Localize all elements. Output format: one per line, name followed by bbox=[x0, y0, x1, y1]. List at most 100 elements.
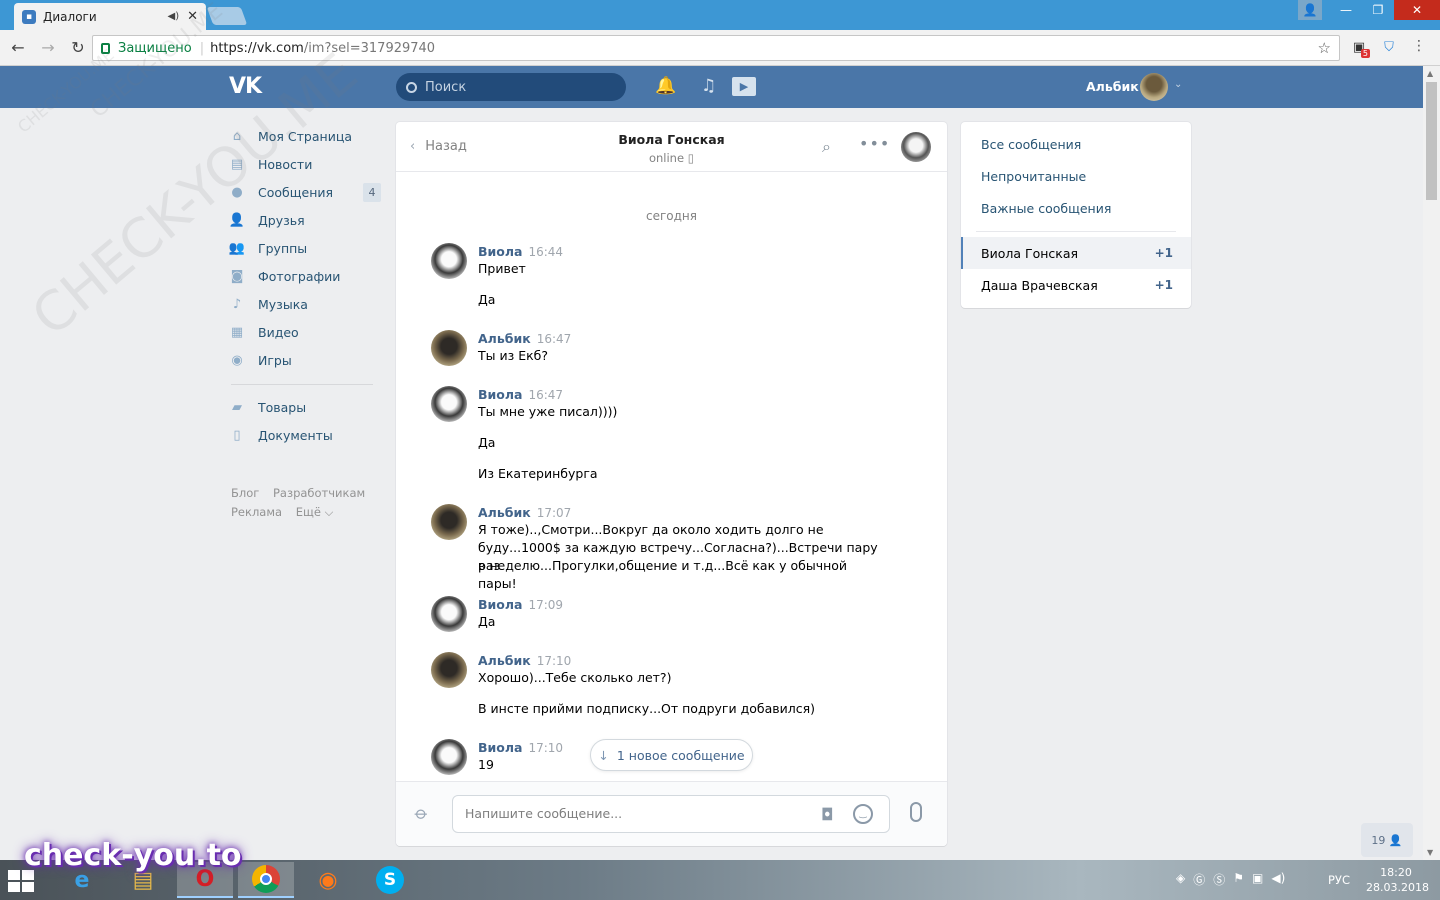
play-icon[interactable]: ▶ bbox=[732, 77, 756, 96]
tray-network-icon[interactable]: ▣ bbox=[1252, 871, 1263, 888]
scroll-up-icon[interactable]: ▲ bbox=[1427, 69, 1433, 78]
tray-flag-icon[interactable]: ⚑ bbox=[1233, 871, 1244, 888]
header-search[interactable] bbox=[396, 73, 626, 101]
language-indicator[interactable]: РУС bbox=[1328, 873, 1350, 887]
message-author[interactable]: Виола bbox=[478, 387, 522, 402]
chevron-down-icon[interactable]: ⌄ bbox=[1174, 79, 1182, 90]
menu-item-messages[interactable]: ● Сообщения 4 bbox=[229, 178, 381, 206]
filter-unread[interactable]: Непрочитанные bbox=[981, 169, 1086, 184]
message-author[interactable]: Альбик bbox=[478, 653, 531, 668]
message-avatar[interactable] bbox=[431, 504, 467, 540]
message-text: Ты из Екб? bbox=[478, 348, 549, 363]
home-icon: ⌂ bbox=[232, 128, 242, 144]
menu-item-groups[interactable]: 👥 Группы bbox=[229, 234, 381, 262]
message-input[interactable] bbox=[465, 806, 805, 821]
paperclip-icon[interactable]: ⌀ bbox=[410, 802, 433, 825]
message-author[interactable]: Альбик bbox=[478, 331, 531, 346]
skype-icon[interactable]: S bbox=[362, 862, 418, 898]
search-icon[interactable]: ⌕ bbox=[822, 137, 831, 157]
online-friends-counter[interactable]: 19 👤 bbox=[1361, 823, 1413, 857]
menu-item-photos[interactable]: ◙ Фотографии bbox=[229, 262, 381, 290]
message-text: Да bbox=[478, 614, 496, 629]
forward-arrow-icon[interactable]: → bbox=[36, 36, 60, 60]
filter-all-messages[interactable]: Все сообщения bbox=[981, 137, 1081, 152]
groups-icon: 👥 bbox=[228, 240, 246, 256]
message-avatar[interactable] bbox=[431, 739, 467, 775]
taskbar-clock[interactable]: 18:20 28.03.2018 bbox=[1366, 865, 1429, 895]
profile-icon[interactable]: 👤 bbox=[1298, 0, 1322, 20]
person-icon: 👤 bbox=[1388, 833, 1403, 847]
message-time: 16:44 bbox=[528, 245, 564, 259]
vk-logo[interactable]: VK bbox=[229, 74, 262, 99]
close-window-button[interactable]: ✕ bbox=[1394, 0, 1440, 20]
header-avatar[interactable] bbox=[1140, 73, 1168, 101]
message-author[interactable]: Альбик bbox=[478, 505, 531, 520]
browser-tab[interactable]: ▪ Диалоги ◀) ✕ bbox=[14, 3, 206, 30]
menu-item-my-page[interactable]: ⌂ Моя Страница bbox=[229, 122, 381, 150]
tray-app-icon[interactable]: ◈ bbox=[1176, 871, 1185, 888]
extension-badge: 5 bbox=[1360, 49, 1370, 58]
dialog-item[interactable]: Даша Врачевская +1 bbox=[961, 269, 1191, 301]
message-time: 17:07 bbox=[536, 506, 572, 520]
bell-icon[interactable]: 🔔 bbox=[655, 76, 676, 96]
menu-item-friends[interactable]: 👤 Друзья bbox=[229, 206, 381, 234]
new-message-button[interactable]: ↓ 1 новое сообщение bbox=[590, 739, 753, 771]
message-author[interactable]: Виола bbox=[478, 740, 522, 755]
menu-item-news[interactable]: ▤ Новости bbox=[229, 150, 381, 178]
footer-link-developers[interactable]: Разработчикам bbox=[273, 486, 365, 500]
footer-link-blog[interactable]: Блог bbox=[231, 486, 259, 500]
new-tab-button[interactable] bbox=[206, 7, 248, 25]
header-search-input[interactable] bbox=[425, 79, 605, 95]
minimize-button[interactable]: — bbox=[1330, 0, 1362, 20]
reload-icon[interactable]: ↻ bbox=[66, 36, 90, 60]
bookmark-star-icon[interactable]: ☆ bbox=[1318, 39, 1331, 57]
message-text: в неделю...Прогулки,общение и т.д...Всё … bbox=[478, 558, 848, 591]
message-avatar[interactable] bbox=[431, 652, 467, 688]
back-arrow-icon[interactable]: ← bbox=[6, 36, 30, 60]
menu-item-market[interactable]: ▰ Товары bbox=[229, 393, 381, 421]
contact-avatar[interactable] bbox=[901, 132, 931, 162]
emoji-icon[interactable]: ‿ bbox=[853, 804, 873, 824]
scroll-down-icon[interactable]: ▼ bbox=[1427, 848, 1433, 857]
microphone-icon[interactable] bbox=[910, 802, 922, 822]
message-author[interactable]: Виола bbox=[478, 244, 522, 259]
menu-item-video[interactable]: ▦ Видео bbox=[229, 318, 381, 346]
message-text: Я тоже)..,Смотри...Вокруг да около ходит… bbox=[478, 522, 824, 537]
arrow-down-icon: ↓ bbox=[598, 747, 609, 763]
message-author[interactable]: Виола bbox=[478, 597, 522, 612]
message-avatar[interactable] bbox=[431, 386, 467, 422]
header-user-name[interactable]: Альбик bbox=[1086, 79, 1139, 94]
tray-skype-icon[interactable]: Ⓢ bbox=[1213, 871, 1225, 888]
extension-icon[interactable]: ▣ 5 bbox=[1350, 38, 1370, 58]
menu-item-music[interactable]: ♪ Музыка bbox=[229, 290, 381, 318]
filter-important[interactable]: Важные сообщения bbox=[981, 201, 1111, 216]
message-avatar[interactable] bbox=[431, 596, 467, 632]
address-bar[interactable]: Защищено | https://vk.com /im?sel=317929… bbox=[92, 35, 1340, 61]
firefox-icon[interactable]: ◉ bbox=[300, 862, 356, 898]
page-scrollbar[interactable]: ▲ ▼ bbox=[1423, 66, 1440, 860]
chrome-icon[interactable] bbox=[238, 862, 294, 898]
tray-g-icon[interactable]: Ⓖ bbox=[1193, 871, 1205, 888]
message-avatar[interactable] bbox=[431, 243, 467, 279]
message-avatar[interactable] bbox=[431, 330, 467, 366]
shield-extension-icon[interactable]: ⛉ bbox=[1380, 38, 1398, 56]
browser-menu-icon[interactable]: ⋮ bbox=[1412, 38, 1426, 54]
camera-icon[interactable]: ◘ bbox=[821, 805, 834, 824]
menu-item-games[interactable]: ◉ Игры bbox=[229, 346, 381, 374]
footer-link-more[interactable]: Ещё ⌵ bbox=[296, 505, 334, 519]
more-options-icon[interactable]: ••• bbox=[859, 134, 890, 153]
gamepad-icon: ◉ bbox=[231, 352, 243, 368]
windows-start-icon[interactable] bbox=[8, 870, 34, 892]
menu-divider bbox=[231, 384, 373, 385]
music-note-icon[interactable]: ♫ bbox=[701, 76, 716, 96]
scrollbar-thumb[interactable] bbox=[1426, 82, 1437, 200]
footer-link-ads[interactable]: Реклама bbox=[231, 505, 282, 519]
tab-close-icon[interactable]: ✕ bbox=[187, 9, 198, 24]
message-history[interactable]: сегодня Виола 16:44 Привет Да Альбик 16:47… bbox=[396, 173, 947, 781]
message-input-box[interactable]: ◘ ‿ bbox=[452, 795, 890, 833]
tray-volume-icon[interactable]: ◀) bbox=[1271, 871, 1285, 888]
audio-playing-icon[interactable]: ◀) bbox=[168, 11, 180, 22]
maximize-button[interactable]: ❐ bbox=[1362, 0, 1394, 20]
dialog-item-active[interactable]: Виола Гонская +1 bbox=[961, 237, 1191, 269]
menu-item-documents[interactable]: ▯ Документы bbox=[229, 421, 381, 449]
